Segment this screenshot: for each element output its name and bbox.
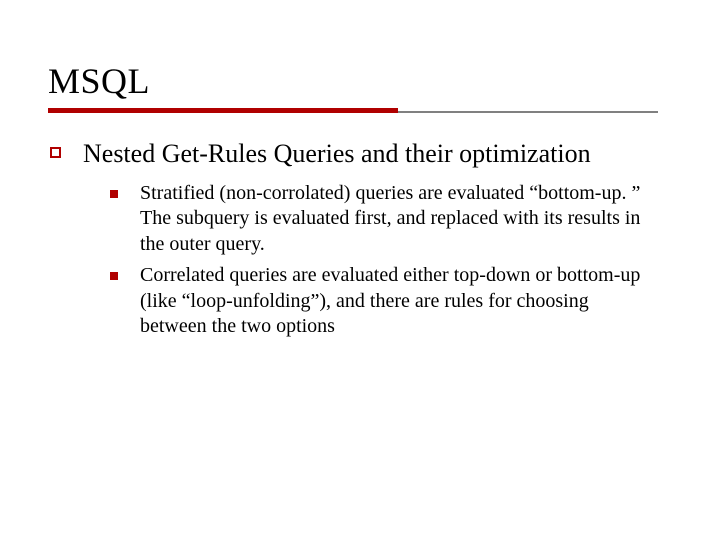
list-item: Correlated queries are evaluated either … xyxy=(110,263,662,340)
section-heading: Nested Get-Rules Queries and their optim… xyxy=(83,138,591,171)
list-item: Stratified (non-corrolated) queries are … xyxy=(110,181,662,258)
square-fill-bullet-icon xyxy=(110,272,118,280)
square-fill-bullet-icon xyxy=(110,190,118,198)
point-text: Stratified (non-corrolated) queries are … xyxy=(140,181,660,258)
point-text: Correlated queries are evaluated either … xyxy=(140,263,660,340)
slide-title: MSQL xyxy=(48,60,672,102)
heading-row: Nested Get-Rules Queries and their optim… xyxy=(48,138,672,171)
slide: MSQL Nested Get-Rules Queries and their … xyxy=(0,0,720,540)
rule-gray-segment xyxy=(398,111,658,113)
subpoints: Stratified (non-corrolated) queries are … xyxy=(48,181,672,341)
square-open-bullet-icon xyxy=(50,147,61,158)
rule-red-segment xyxy=(48,108,398,113)
content-area: Nested Get-Rules Queries and their optim… xyxy=(48,138,672,340)
title-rule xyxy=(48,108,672,116)
